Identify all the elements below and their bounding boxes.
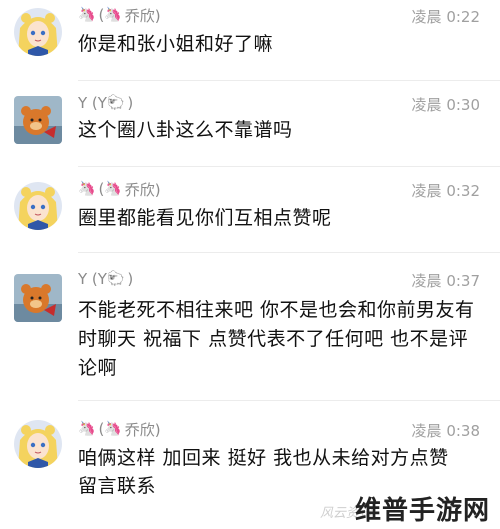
message-time: 凌晨 0:30 — [411, 96, 480, 114]
site-watermark: 维普手游网 — [354, 496, 490, 526]
divider — [78, 80, 500, 81]
unicorn-icon: 🦄 — [104, 421, 122, 437]
divider — [78, 252, 500, 253]
sheep-icon: 🐑 — [106, 271, 125, 287]
divider — [78, 400, 500, 401]
sender-name: Y (Y 🐑 ) — [78, 94, 134, 112]
message-text: 圈里都能看见你们互相点赞呢 — [78, 207, 332, 229]
sailor-moon-avatar[interactable] — [14, 182, 62, 230]
sailor-moon-avatar[interactable] — [14, 420, 62, 468]
message-text: 这个圈八卦这么不靠谱吗 — [78, 119, 293, 141]
message-text: 你是和张小姐和好了嘛 — [78, 33, 274, 55]
unicorn-icon: 🦄 — [78, 181, 96, 197]
message-time: 凌晨 0:32 — [411, 182, 480, 200]
bear-avatar[interactable] — [14, 274, 62, 322]
unicorn-icon: 🦄 — [78, 7, 96, 23]
sailor-moon-avatar[interactable] — [14, 8, 62, 56]
message-time: 凌晨 0:37 — [411, 272, 480, 290]
sender-name: 🦄 ( 🦄 乔欣) — [78, 180, 161, 199]
sender-name: 🦄 ( 🦄 乔欣) — [78, 420, 161, 439]
unicorn-icon: 🦄 — [78, 421, 96, 437]
sender-name: 🦄 ( 🦄 乔欣) — [78, 6, 161, 25]
bear-avatar[interactable] — [14, 96, 62, 144]
divider — [78, 166, 500, 167]
unicorn-icon: 🦄 — [104, 7, 122, 23]
unicorn-icon: 🦄 — [104, 181, 122, 197]
sheep-icon: 🐑 — [106, 95, 125, 111]
message-time: 凌晨 0:22 — [411, 8, 480, 26]
sender-name: Y (Y 🐑 ) — [78, 270, 134, 288]
message-time: 凌晨 0:38 — [411, 422, 480, 440]
message-text: 不能老死不相往来吧 你不是也会和你前男友有时聊天 祝福下 点赞代表不了任何吧 也… — [78, 299, 475, 379]
